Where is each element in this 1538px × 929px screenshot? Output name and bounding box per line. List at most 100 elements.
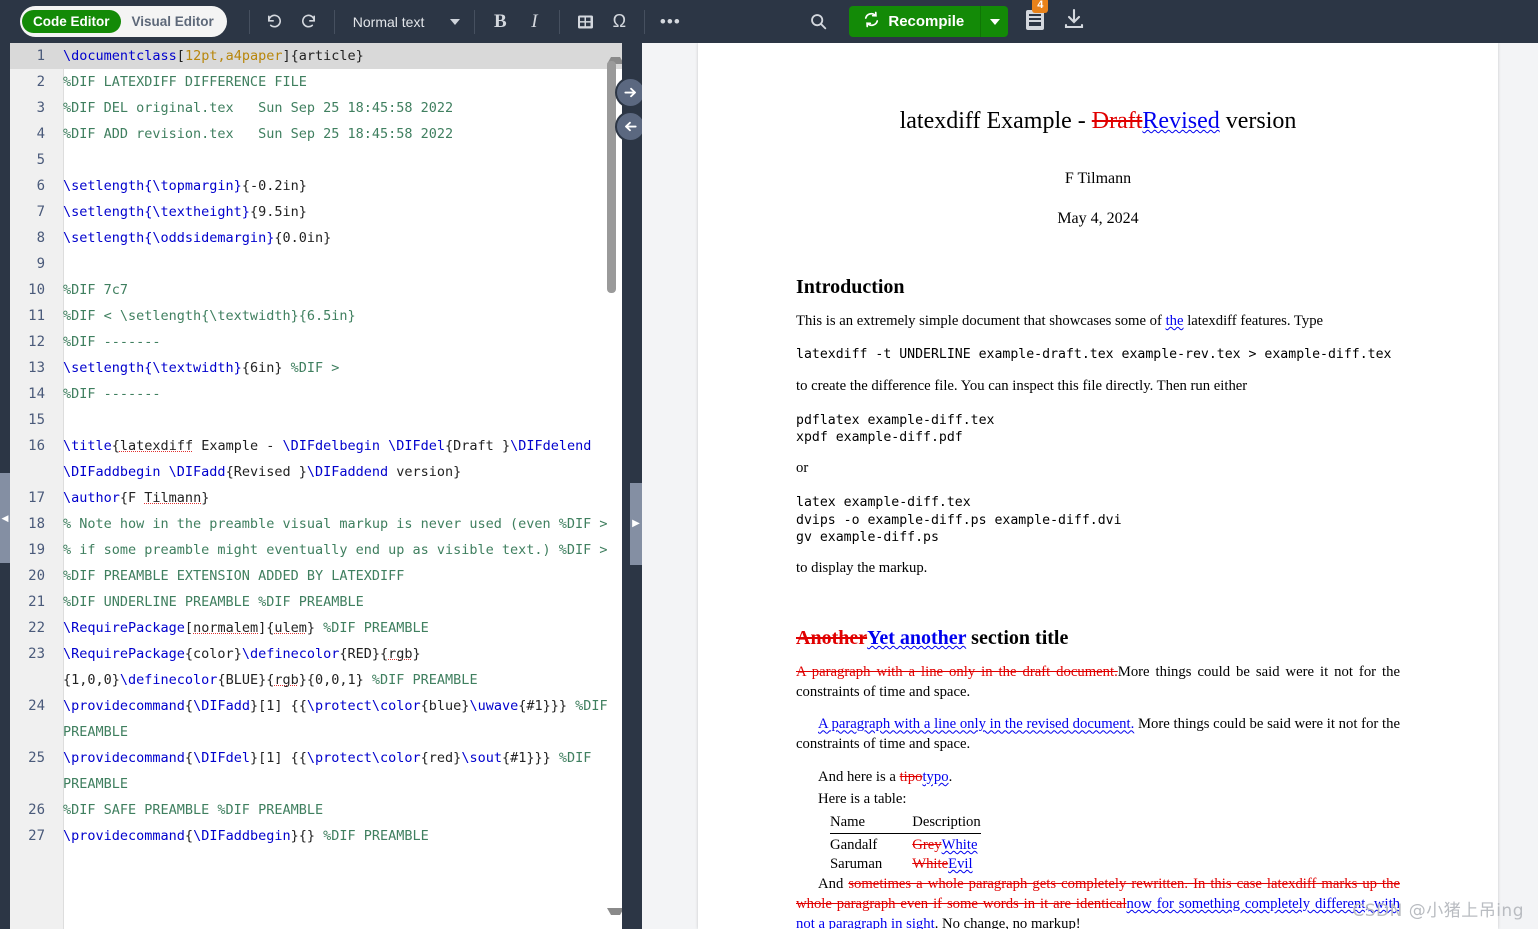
- code-line[interactable]: 9: [10, 251, 622, 277]
- chevron-down-icon: [450, 18, 461, 25]
- code-line-text[interactable]: \documentclass[12pt,a4paper]{article}: [54, 43, 622, 69]
- p7-added-typo: typo: [922, 768, 949, 785]
- code-line-text[interactable]: [54, 407, 622, 433]
- code-line[interactable]: 23 \RequirePackage{color}\definecolor{RED…: [10, 641, 622, 693]
- code-line[interactable]: 19 % if some preamble might eventually en…: [10, 537, 622, 563]
- code-token: ]{article}: [282, 48, 364, 64]
- code-line-text[interactable]: %DIF 7c7: [54, 277, 622, 303]
- code-line-text[interactable]: \providecommand{\DIFdel}[1] {{\protect\c…: [54, 745, 622, 797]
- code-line-text[interactable]: \author{F Tilmann}: [54, 485, 622, 511]
- code-line[interactable]: 25 \providecommand{\DIFdel}[1] {{\protect…: [10, 745, 622, 797]
- code-token: %DIF -------: [63, 334, 161, 350]
- code-token: Tilmann: [144, 490, 202, 506]
- line-number: 17: [28, 490, 45, 506]
- code-line-text[interactable]: [54, 251, 622, 277]
- code-token: }{0,0,1}: [298, 672, 372, 688]
- more-options-button[interactable]: •••: [653, 7, 687, 37]
- code-line[interactable]: 12 %DIF -------: [10, 329, 622, 355]
- code-lines-container[interactable]: 1 \documentclass[12pt,a4paper]{article} 2%…: [10, 43, 622, 849]
- splitter-drag-handle[interactable]: ▶: [630, 483, 642, 565]
- code-line-text[interactable]: \RequirePackage[normalem]{ulem} %DIF PRE…: [54, 615, 622, 641]
- code-line[interactable]: 3 %DIF DEL original.tex Sun Sep 25 18:45:…: [10, 95, 622, 121]
- code-line-text[interactable]: \providecommand{\DIFadd}[1] {{\protect\c…: [54, 693, 622, 745]
- code-token: %DIF PREAMBLE: [371, 672, 478, 688]
- code-line-text[interactable]: %DIF UNDERLINE PREAMBLE %DIF PREAMBLE: [54, 589, 622, 615]
- symbol-palette-button[interactable]: Ω: [602, 7, 636, 37]
- logs-button[interactable]: 4: [1024, 0, 1049, 37]
- editor-scrollbar[interactable]: [606, 43, 622, 929]
- line-number: 20: [28, 568, 45, 584]
- code-line-text[interactable]: \setlength{\oddsidemargin}{0.0in}: [54, 225, 622, 251]
- undo-icon[interactable]: [258, 7, 292, 37]
- code-line-text[interactable]: %DIF PREAMBLE EXTENSION ADDED BY LATEXDI…: [54, 563, 622, 589]
- code-line[interactable]: 22 \RequirePackage[normalem]{ulem} %DIF P…: [10, 615, 622, 641]
- code-line[interactable]: 15: [10, 407, 622, 433]
- italic-button[interactable]: I: [517, 7, 551, 37]
- code-token: {: [184, 698, 194, 714]
- sync-to-pdf-button[interactable]: [617, 79, 644, 106]
- code-line-text[interactable]: \setlength{\topmargin}{-0.2in}: [54, 173, 622, 199]
- code-line-text[interactable]: % Note how in the preamble visual markup…: [54, 511, 622, 537]
- code-line[interactable]: 20 %DIF PREAMBLE EXTENSION ADDED BY LATEX…: [10, 563, 622, 589]
- code-line[interactable]: 5: [10, 147, 622, 173]
- code-line-text[interactable]: %DIF LATEXDIFF DIFFERENCE FILE: [54, 69, 622, 95]
- code-line[interactable]: 6 \setlength{\topmargin}{-0.2in}: [10, 173, 622, 199]
- recompile-button[interactable]: Recompile: [849, 6, 981, 37]
- search-icon[interactable]: [801, 7, 835, 37]
- code-token: \protect\color: [306, 698, 421, 714]
- code-line-text[interactable]: %DIF SAFE PREAMBLE %DIF PREAMBLE: [54, 797, 622, 823]
- code-line[interactable]: 27 \providecommand{\DIFaddbegin}{} %DIF P…: [10, 823, 622, 849]
- pane-splitter[interactable]: ▶: [617, 43, 644, 929]
- code-line-text[interactable]: %DIF DEL original.tex Sun Sep 25 18:45:5…: [54, 95, 622, 121]
- code-editor[interactable]: 1 \documentclass[12pt,a4paper]{article} 2%…: [10, 43, 622, 929]
- code-line-text[interactable]: \setlength{\textwidth}{6in} %DIF >: [54, 355, 622, 381]
- editor-mode-toggle[interactable]: Code Editor Visual Editor: [20, 6, 227, 37]
- code-line[interactable]: 11 %DIF < \setlength{\textwidth}{6.5in}: [10, 303, 622, 329]
- code-line[interactable]: 7 \setlength{\textheight}{9.5in}: [10, 199, 622, 225]
- code-line-text[interactable]: %DIF -------: [54, 381, 622, 407]
- code-token: \definecolor: [241, 646, 340, 662]
- code-line-text[interactable]: \providecommand{\DIFaddbegin}{} %DIF PRE…: [54, 823, 622, 849]
- code-line-text[interactable]: \RequirePackage{color}\definecolor{RED}{…: [54, 641, 622, 693]
- table-icon[interactable]: [568, 7, 602, 37]
- code-token: \setlength{\topmargin}: [63, 178, 242, 194]
- code-line[interactable]: 17 \author{F Tilmann}: [10, 485, 622, 511]
- code-line-text[interactable]: \setlength{\textheight}{9.5in}: [54, 199, 622, 225]
- code-line-text[interactable]: %DIF -------: [54, 329, 622, 355]
- code-line[interactable]: 18 % Note how in the preamble visual mark…: [10, 511, 622, 537]
- paragraph-style-select[interactable]: Normal text: [343, 14, 467, 30]
- code-line-text[interactable]: [54, 147, 622, 173]
- pdf-preview-pane[interactable]: latexdiff Example - DraftRevised version…: [642, 43, 1538, 929]
- code-line[interactable]: 8 \setlength{\oddsidemargin}{0.0in}: [10, 225, 622, 251]
- code-line-text[interactable]: % if some preamble might eventually end …: [54, 537, 622, 563]
- code-line[interactable]: 13 \setlength{\textwidth}{6in} %DIF >: [10, 355, 622, 381]
- code-line-text[interactable]: \title{latexdiff Example - \DIFdelbegin …: [54, 433, 622, 485]
- table-cell-name: Gandalf: [830, 837, 878, 854]
- code-line[interactable]: 4 %DIF ADD revision.tex Sun Sep 25 18:45:…: [10, 121, 622, 147]
- code-line[interactable]: 16 \title{latexdiff Example - \DIFdelbegi…: [10, 433, 622, 485]
- redo-icon[interactable]: [292, 7, 326, 37]
- line-number: 26: [28, 802, 45, 818]
- code-line[interactable]: 2 %DIF LATEXDIFF DIFFERENCE FILE: [10, 69, 622, 95]
- code-line[interactable]: 24 \providecommand{\DIFadd}[1] {{\protect…: [10, 693, 622, 745]
- download-button[interactable]: [1062, 7, 1086, 36]
- line-number: 19: [28, 542, 45, 558]
- bold-button[interactable]: B: [483, 7, 517, 37]
- code-line[interactable]: 1 \documentclass[12pt,a4paper]{article}: [10, 43, 622, 69]
- scroll-down-arrow-icon[interactable]: [607, 908, 622, 924]
- line-number: 7: [36, 204, 45, 220]
- code-token: \setlength{\textheight}: [63, 204, 250, 220]
- code-line-text[interactable]: %DIF ADD revision.tex Sun Sep 25 18:45:5…: [54, 121, 622, 147]
- tab-visual-editor[interactable]: Visual Editor: [121, 10, 225, 33]
- tab-code-editor[interactable]: Code Editor: [22, 10, 121, 33]
- editor-scrollbar-thumb[interactable]: [607, 61, 616, 293]
- code-line[interactable]: 14 %DIF -------: [10, 381, 622, 407]
- code-line[interactable]: 10 %DIF 7c7: [10, 277, 622, 303]
- code-line-text[interactable]: %DIF < \setlength{\textwidth}{6.5in}: [54, 303, 622, 329]
- sync-to-code-button[interactable]: [617, 113, 644, 140]
- pdf-paragraph-1: This is an extremely simple document tha…: [796, 312, 1400, 332]
- recompile-dropdown-button[interactable]: [980, 6, 1009, 37]
- left-panel-collapse-handle[interactable]: ◀: [0, 473, 10, 563]
- code-line[interactable]: 26 %DIF SAFE PREAMBLE %DIF PREAMBLE: [10, 797, 622, 823]
- code-line[interactable]: 21 %DIF UNDERLINE PREAMBLE %DIF PREAMBLE: [10, 589, 622, 615]
